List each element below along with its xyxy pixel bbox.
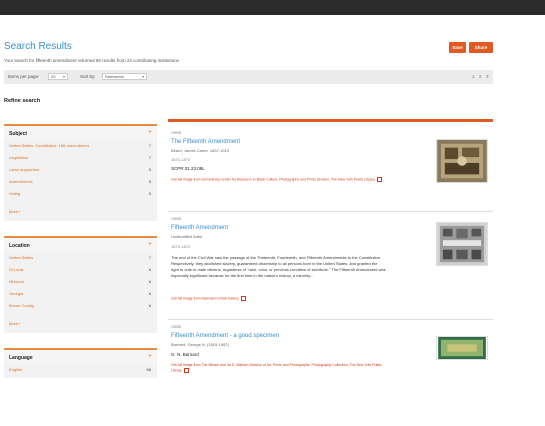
results-controls-bar: Items per page: 20 ▾ Sort by: Relevance … — [4, 70, 493, 84]
result-source-link[interactable]: Get full image from Schomburg Center for… — [171, 177, 391, 182]
result-thumbnail[interactable] — [436, 336, 488, 360]
facet-language: Language + English 56 — [4, 348, 157, 378]
facet-item-link[interactable]: Amendments — [9, 179, 33, 184]
expand-plus-icon[interactable]: + — [148, 241, 152, 248]
facet-more-link[interactable]: More+ — [9, 209, 20, 214]
refine-search-heading: Refine search — [4, 98, 41, 104]
result-creator: Beard, James Carter, 1837-1913 — [171, 148, 230, 153]
result-source-text: Get full image from Schomburg Center for… — [171, 177, 376, 182]
facet-item-link[interactable]: Legislators — [9, 155, 28, 160]
facet-subject: Subject + United States. Constitution. 1… — [4, 124, 157, 221]
result-source-text: Get full image from National Portrait Ga… — [171, 296, 239, 301]
result-divider — [168, 211, 493, 212]
share-button[interactable]: Share — [469, 42, 493, 53]
facet-header[interactable]: Location + — [4, 236, 157, 251]
external-link-icon — [183, 368, 189, 373]
result-years: 1870-1870 — [171, 244, 191, 249]
sort-by-value: Relevance — [105, 74, 124, 79]
facet-location: Location + United States 7 St Louis 6 Mi… — [4, 236, 157, 333]
facet-item-link[interactable]: St Louis — [9, 267, 23, 272]
facet-item-count: 6 — [148, 291, 151, 296]
result-title-link[interactable]: Fifteenth Amendment — [171, 225, 228, 231]
facet-item-count: 6 — [148, 267, 151, 272]
result-title-link[interactable]: The Fifteenth Amendment — [171, 139, 240, 145]
facet-more-link[interactable]: More+ — [9, 321, 20, 326]
facet-title: Location — [9, 243, 30, 249]
result-divider — [168, 319, 493, 320]
facet-item-link[interactable]: English — [9, 367, 22, 372]
chevron-down-icon: ▾ — [141, 74, 144, 79]
expand-plus-icon[interactable]: + — [148, 129, 152, 136]
facet-item-link[interactable]: Missouri — [9, 279, 24, 284]
facet-item-link[interactable]: Georgia — [9, 291, 23, 296]
facet-header[interactable]: Subject + — [4, 124, 157, 139]
facet-title: Subject — [9, 131, 28, 137]
facet-item-link[interactable]: Brown County — [9, 303, 34, 308]
facet-item-count: 7 — [148, 255, 151, 260]
page-title: Search Results — [4, 41, 72, 52]
result-photographer: G. N. Barnard — [171, 352, 199, 357]
facet-item-count: 7 — [148, 155, 151, 160]
facet-item-count: 56 — [146, 367, 151, 372]
save-button[interactable]: Save — [449, 42, 466, 53]
facet-header[interactable]: Language + — [4, 348, 157, 363]
result-item: 1900S Fifteenth Amendment Unidentified A… — [168, 214, 493, 314]
result-years: 1870-1870 — [171, 157, 191, 162]
result-date: 1900S — [171, 325, 182, 329]
results-accent-bar — [168, 119, 493, 122]
items-per-page-label: Items per page: — [8, 74, 40, 79]
result-title-link[interactable]: Fifteenth Amendment - a good specimen — [171, 333, 279, 339]
facet-item-link[interactable]: United States — [9, 255, 33, 260]
result-source-link[interactable]: Get full image from The Miriam and Ira D… — [171, 363, 391, 373]
result-thumbnail[interactable] — [436, 139, 488, 183]
result-description: The end of the Civil War saw the passage… — [171, 255, 386, 278]
sort-by-label: Sort by: — [80, 74, 96, 79]
result-source-link[interactable]: Get full image from National Portrait Ga… — [171, 296, 391, 301]
result-date: 1900S — [171, 131, 182, 135]
result-creator: Barnard, George N. (1819-1902) — [171, 342, 229, 347]
facet-title: Language — [9, 355, 33, 361]
facet-item-link[interactable]: Voting — [9, 191, 20, 196]
result-thumbnail[interactable] — [436, 222, 488, 266]
items-per-page-value: 20 — [51, 74, 56, 79]
chevron-down-icon: ▾ — [62, 74, 65, 79]
result-date: 1900S — [171, 217, 182, 221]
result-item: 1900S Fifteenth Amendment - a good speci… — [168, 322, 493, 382]
external-link-icon — [377, 177, 383, 182]
facet-item-count: 6 — [148, 279, 151, 284]
page-link-1[interactable]: 1 — [472, 74, 475, 79]
result-identifier: SCPR 01.23.09L — [171, 166, 205, 171]
sort-by-select[interactable]: Relevance ▾ — [102, 73, 147, 80]
expand-plus-icon[interactable]: + — [148, 353, 152, 360]
result-item: 1900S The Fifteenth Amendment Beard, Jam… — [168, 125, 493, 205]
results-summary: Your search for fifteenth amendment retu… — [4, 58, 179, 63]
facet-item-count: 5 — [148, 167, 151, 172]
page-link-3[interactable]: 3 — [486, 74, 489, 79]
facet-item-link[interactable]: United States. Constitution. 15th Amendm… — [9, 143, 89, 148]
top-navigation-bar — [0, 0, 545, 15]
facet-item-count: 6 — [148, 303, 151, 308]
items-per-page-select[interactable]: 20 ▾ — [48, 73, 68, 80]
facet-item-count: 7 — [148, 143, 151, 148]
page-link-2[interactable]: 2 — [479, 74, 482, 79]
result-source-text: Get full image from The Miriam and Ira D… — [171, 363, 382, 373]
facet-item-link[interactable]: Labor supporters — [9, 167, 39, 172]
external-link-icon — [240, 296, 246, 301]
facet-item-count: 5 — [148, 191, 151, 196]
result-creator: Unidentified Artist — [171, 234, 203, 239]
facet-item-count: 5 — [148, 179, 151, 184]
